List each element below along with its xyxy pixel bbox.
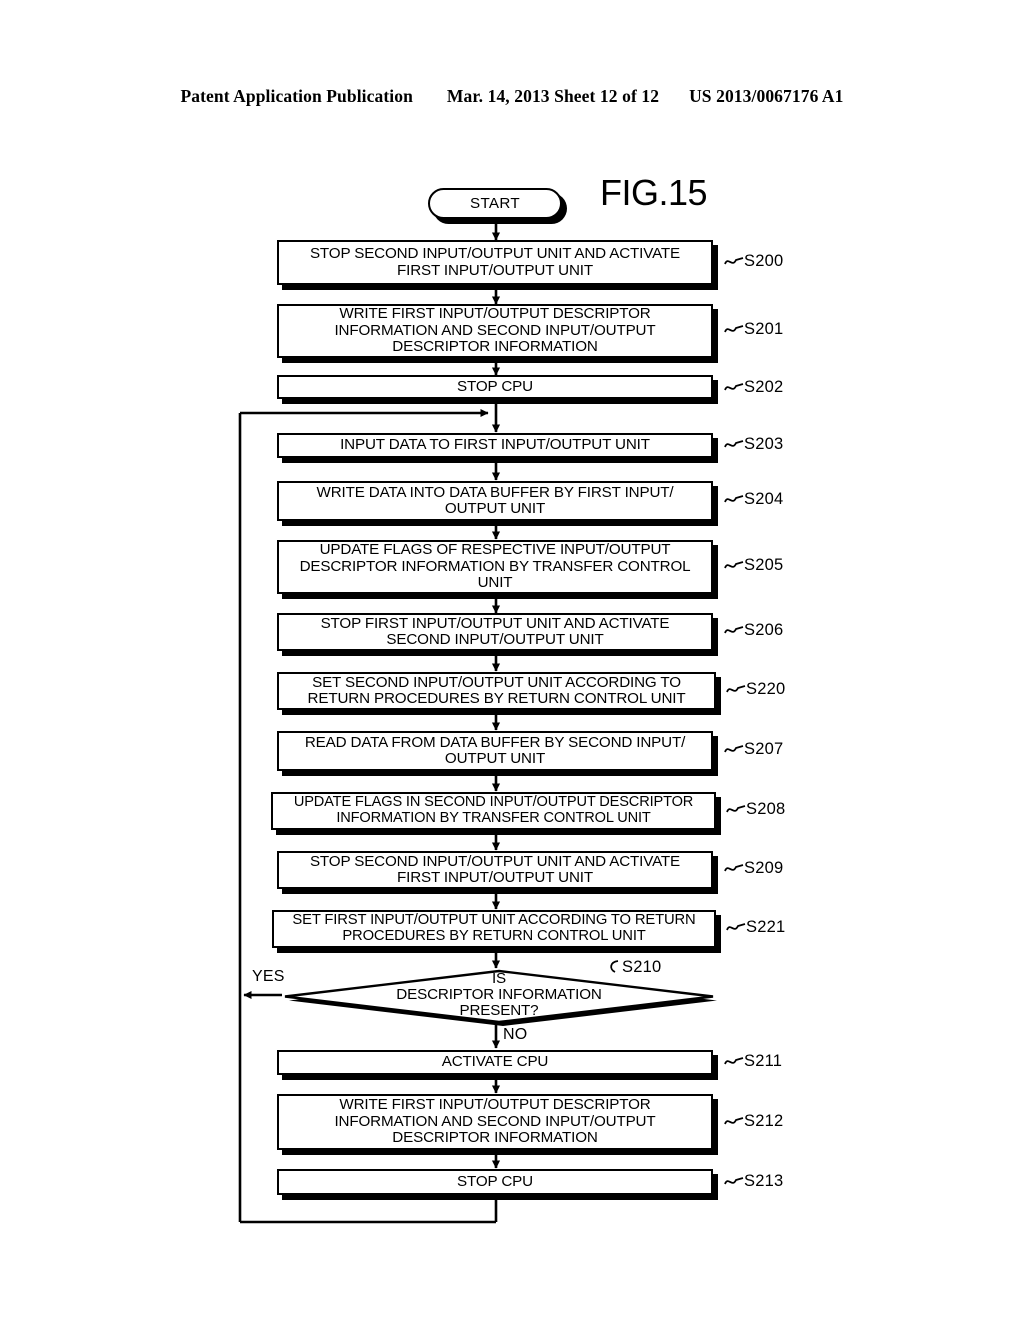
branch-label-no: NO <box>503 1026 528 1043</box>
step-label-s213: S213 <box>724 1172 783 1191</box>
process-node-s209[interactable]: STOP SECOND INPUT/OUTPUT UNIT AND ACTIVA… <box>277 851 713 889</box>
step-label-s206: S206 <box>724 621 783 640</box>
process-node-s206-text: STOP FIRST INPUT/OUTPUT UNIT AND ACTIVAT… <box>320 614 670 648</box>
tilde-connector-icon <box>724 325 744 333</box>
tilde-connector-icon <box>724 1117 744 1125</box>
step-label-s201: S201 <box>724 320 783 339</box>
step-label-s207: S207 <box>724 740 783 759</box>
process-node-s213-text: STOP CPU <box>457 1172 533 1190</box>
tilde-connector-icon <box>724 864 744 872</box>
process-node-s212-text: WRITE FIRST INPUT/OUTPUT DESCRIPTOR INFO… <box>334 1096 656 1147</box>
step-label-s221: S221 <box>726 918 785 937</box>
step-label-s221-text: S221 <box>746 918 786 936</box>
process-node-s200[interactable]: STOP SECOND INPUT/OUTPUT UNIT AND ACTIVA… <box>277 240 713 285</box>
process-node-s200-text: STOP SECOND INPUT/OUTPUT UNIT AND ACTIVA… <box>309 245 681 279</box>
tilde-connector-icon <box>610 960 619 973</box>
step-label-s212-text: S212 <box>744 1112 784 1130</box>
step-label-s200-text: S200 <box>744 252 784 270</box>
step-label-s205: S205 <box>724 556 783 575</box>
process-node-s201-text: WRITE FIRST INPUT/OUTPUT DESCRIPTOR INFO… <box>334 305 656 356</box>
tilde-connector-icon <box>726 685 746 693</box>
process-node-s202-text: STOP CPU <box>457 377 533 395</box>
tilde-connector-icon <box>724 561 744 569</box>
step-label-s209-text: S209 <box>744 859 784 877</box>
process-node-s207-text: READ DATA FROM DATA BUFFER BY SECOND INP… <box>304 733 686 767</box>
step-label-s209: S209 <box>724 859 783 878</box>
process-node-s202[interactable]: STOP CPU <box>277 375 713 399</box>
process-node-s212[interactable]: WRITE FIRST INPUT/OUTPUT DESCRIPTOR INFO… <box>277 1094 713 1150</box>
step-label-s206-text: S206 <box>744 621 784 639</box>
header-publication: Patent Application Publication <box>180 86 413 106</box>
step-label-s211: S211 <box>724 1052 782 1071</box>
step-label-s220-text: S220 <box>746 680 786 698</box>
header-date-sheet: Mar. 14, 2013 Sheet 12 of 12 <box>446 86 660 106</box>
process-node-s221-text: SET FIRST INPUT/OUTPUT UNIT ACCORDING TO… <box>292 912 696 944</box>
step-label-s208-text: S208 <box>746 800 786 818</box>
branch-label-yes: YES <box>252 968 285 985</box>
process-node-s205[interactable]: UPDATE FLAGS OF RESPECTIVE INPUT/OUTPUT … <box>277 540 713 594</box>
process-node-s211-text: ACTIVATE CPU <box>441 1053 549 1071</box>
step-label-s201-text: S201 <box>744 320 784 338</box>
process-node-s213[interactable]: STOP CPU <box>277 1169 713 1195</box>
tilde-connector-icon <box>724 1177 744 1185</box>
tilde-connector-icon <box>724 745 744 753</box>
step-label-s205-text: S205 <box>744 556 784 574</box>
step-label-s212: S212 <box>724 1112 783 1131</box>
terminal-start[interactable]: START <box>428 188 562 219</box>
figure-title: FIG.15 <box>600 172 708 213</box>
process-node-s204-text: WRITE DATA INTO DATA BUFFER BY FIRST INP… <box>316 483 674 517</box>
step-label-s200: S200 <box>724 252 783 271</box>
process-node-s220-text: SET SECOND INPUT/OUTPUT UNIT ACCORDING T… <box>307 673 686 707</box>
process-node-s208[interactable]: UPDATE FLAGS IN SECOND INPUT/OUTPUT DESC… <box>271 792 716 830</box>
tilde-connector-icon <box>726 923 746 931</box>
tilde-connector-icon <box>724 257 744 265</box>
process-node-s205-text: UPDATE FLAGS OF RESPECTIVE INPUT/OUTPUT … <box>299 541 691 592</box>
step-label-s210-text: S210 <box>622 958 662 976</box>
process-node-s206[interactable]: STOP FIRST INPUT/OUTPUT UNIT AND ACTIVAT… <box>277 613 713 651</box>
process-node-s209-text: STOP SECOND INPUT/OUTPUT UNIT AND ACTIVA… <box>309 852 681 886</box>
page-header: Patent Application Publication Mar. 14, 2… <box>0 86 1024 107</box>
step-label-s210: S210 <box>606 958 661 977</box>
step-label-s202-text: S202 <box>744 378 784 396</box>
process-node-s208-text: UPDATE FLAGS IN SECOND INPUT/OUTPUT DESC… <box>293 794 694 826</box>
tilde-connector-icon <box>724 440 744 448</box>
process-node-s204[interactable]: WRITE DATA INTO DATA BUFFER BY FIRST INP… <box>277 481 713 521</box>
step-label-s202: S202 <box>724 378 783 397</box>
patent-figure-page: Patent Application Publication Mar. 14, 2… <box>0 0 1024 1320</box>
process-node-s211[interactable]: ACTIVATE CPU <box>277 1050 713 1075</box>
step-label-s207-text: S207 <box>744 740 784 758</box>
tilde-connector-icon <box>724 383 744 391</box>
step-label-s204: S204 <box>724 490 783 509</box>
step-label-s203: S203 <box>724 435 783 454</box>
process-node-s221[interactable]: SET FIRST INPUT/OUTPUT UNIT ACCORDING TO… <box>272 910 716 948</box>
process-node-s207[interactable]: READ DATA FROM DATA BUFFER BY SECOND INP… <box>277 731 713 771</box>
process-node-s201[interactable]: WRITE FIRST INPUT/OUTPUT DESCRIPTOR INFO… <box>277 304 713 358</box>
tilde-connector-icon <box>724 495 744 503</box>
step-label-s208: S208 <box>726 800 785 819</box>
terminal-start-label: START <box>470 195 520 212</box>
step-label-s203-text: S203 <box>744 435 784 453</box>
step-label-s213-text: S213 <box>744 1172 784 1190</box>
header-patent-number: US 2013/0067176 A1 <box>689 86 844 106</box>
process-node-s203[interactable]: INPUT DATA TO FIRST INPUT/OUTPUT UNIT <box>277 433 713 458</box>
process-node-s220[interactable]: SET SECOND INPUT/OUTPUT UNIT ACCORDING T… <box>277 672 716 710</box>
process-node-s203-text: INPUT DATA TO FIRST INPUT/OUTPUT UNIT <box>340 436 650 454</box>
tilde-connector-icon <box>724 1057 744 1065</box>
tilde-connector-icon <box>726 805 746 813</box>
step-label-s211-text: S211 <box>744 1052 783 1070</box>
tilde-connector-icon <box>724 626 744 634</box>
step-label-s220: S220 <box>726 680 785 699</box>
step-label-s204-text: S204 <box>744 490 784 508</box>
